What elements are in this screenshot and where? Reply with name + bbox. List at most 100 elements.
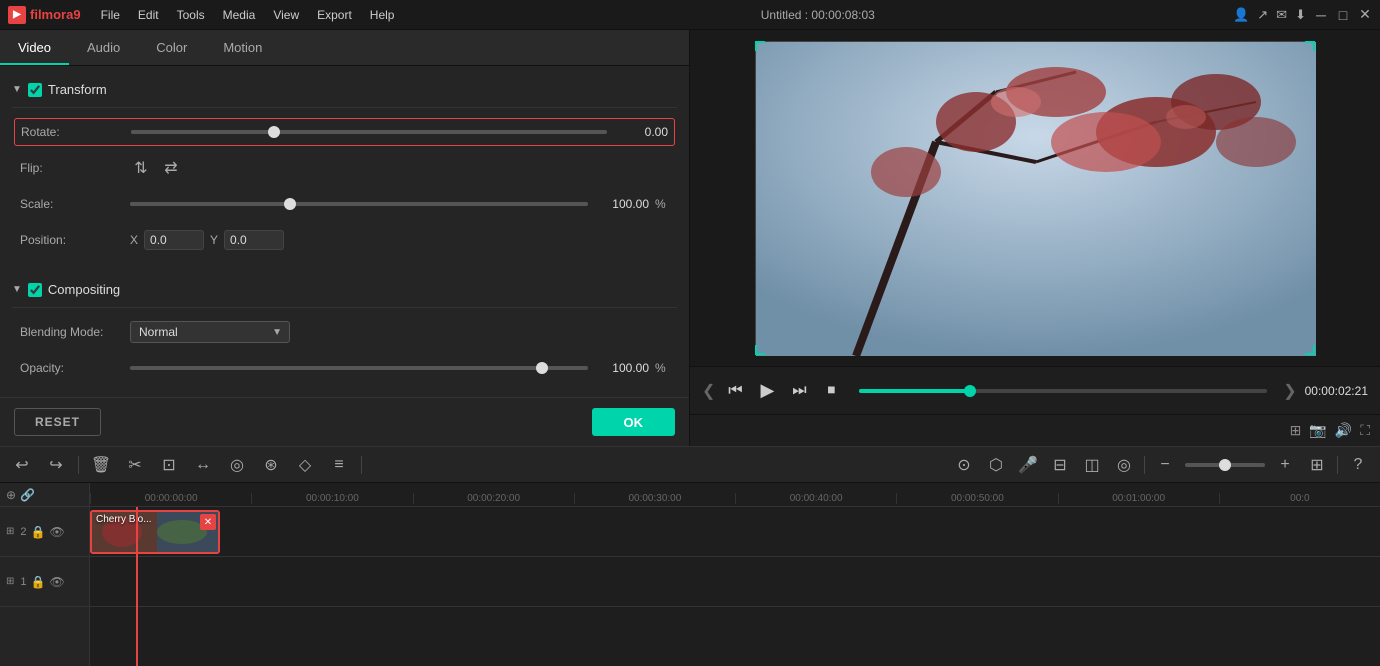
track-2-eye-icon[interactable]: 👁 — [49, 525, 64, 539]
audio-icon[interactable]: 🔊 — [1335, 422, 1352, 439]
crop-button[interactable]: ⊡ — [157, 453, 181, 477]
snapshot-icon[interactable]: 📷 — [1309, 422, 1326, 439]
transform-header[interactable]: ▼ Transform — [0, 76, 689, 103]
x-label: X — [130, 233, 138, 247]
blending-mode-content: Normal Dissolve Darken Multiply Lighten … — [130, 321, 669, 343]
timeline-ruler-area: 00:00:00:00 00:00:10:00 00:00:20:00 00:0… — [90, 483, 1380, 666]
ruler-0: 00:00:00:00 — [90, 493, 251, 504]
split-button[interactable]: ≡ — [327, 453, 351, 477]
menubar: File Edit Tools Media View Export Help — [93, 6, 403, 24]
compositing-toggle-icon[interactable]: ▼ — [12, 284, 22, 295]
stop-icon[interactable]: ⏹ — [819, 379, 843, 403]
speed-button[interactable]: ◎ — [225, 453, 249, 477]
flip-horizontal-icon[interactable]: ⇅ — [130, 157, 152, 179]
clip-delete-button[interactable]: ✕ — [200, 514, 216, 530]
compositing-divider — [12, 307, 677, 308]
tab-video[interactable]: Video — [0, 32, 69, 65]
position-y-input[interactable] — [224, 230, 284, 250]
ruler-20: 00:00:20:00 — [413, 493, 574, 504]
scale-content: 100.00 % — [130, 197, 669, 211]
flip-row: Flip: ⇅ ⇄ — [20, 154, 669, 182]
fullscreen-icon[interactable]: ⛶ — [1360, 422, 1370, 439]
redo-button[interactable]: ↪ — [44, 453, 68, 477]
bracket-left-icon[interactable]: ❮ — [702, 381, 715, 401]
transform-checkbox[interactable] — [28, 83, 42, 97]
user-icon[interactable]: 👤 — [1233, 7, 1249, 23]
cut-button[interactable]: ✂ — [123, 453, 147, 477]
minimize-button[interactable]: ─ — [1314, 8, 1328, 22]
opacity-label: Opacity: — [20, 361, 130, 375]
tab-audio[interactable]: Audio — [69, 32, 138, 65]
preview-area — [690, 30, 1380, 366]
pip-icon[interactable]: ⊞ — [1290, 422, 1302, 439]
panel-tabs: Video Audio Color Motion — [0, 30, 689, 66]
subtitle-icon[interactable]: ⊟ — [1048, 453, 1072, 477]
zoom-in-icon[interactable]: + — [1273, 453, 1297, 477]
opacity-unit: % — [655, 361, 669, 375]
add-track-icon[interactable]: ⊕ — [6, 488, 16, 502]
more-icon[interactable]: ? — [1346, 453, 1370, 477]
track-2-num: 2 — [20, 526, 26, 538]
ruler-end: 00:0 — [1219, 493, 1380, 504]
undo-button[interactable]: ↩ — [10, 453, 34, 477]
rotate-value: 0.00 — [613, 125, 668, 139]
ok-button[interactable]: OK — [592, 408, 676, 436]
scale-slider-track — [130, 202, 588, 206]
flip-vertical-icon[interactable]: ⇄ — [160, 157, 182, 179]
tab-color[interactable]: Color — [138, 32, 205, 65]
track-2-header: ⊞ 2 🔒 👁 — [0, 507, 89, 557]
audio-detach-button[interactable]: ↔ — [191, 453, 215, 477]
toolbar-separator-4 — [1337, 456, 1338, 474]
link-icon[interactable]: 🔗 — [20, 488, 35, 502]
maximize-button[interactable]: □ — [1336, 8, 1350, 22]
download-icon[interactable]: ⬇ — [1295, 7, 1306, 23]
progress-thumb — [964, 385, 976, 397]
effect-icon[interactable]: ◫ — [1080, 453, 1104, 477]
compositing-header[interactable]: ▼ Compositing — [0, 276, 689, 303]
menu-view[interactable]: View — [265, 6, 307, 24]
timeline-area: ↩ ↪ 🗑 ✂ ⊡ ↔ ◎ ⊛ ◇ ≡ ⊙ ⬡ 🎤 ⊟ ◫ ◎ − + ⊞ ? — [0, 446, 1380, 666]
ruler-marks: 00:00:00:00 00:00:10:00 00:00:20:00 00:0… — [90, 493, 1380, 504]
reset-button[interactable]: RESET — [14, 408, 101, 436]
close-button[interactable]: ✕ — [1358, 8, 1372, 22]
fast-forward-icon[interactable]: ⏭ — [787, 379, 811, 403]
scene-detect-icon[interactable]: ⊙ — [952, 453, 976, 477]
share-icon[interactable]: ↗ — [1257, 7, 1268, 23]
play-icon[interactable]: ▶ — [755, 379, 779, 403]
mail-icon[interactable]: ✉ — [1276, 7, 1287, 23]
clip-selected[interactable]: Cherry Blo... ✕ — [90, 510, 220, 554]
scale-label: Scale: — [20, 197, 130, 211]
menu-tools[interactable]: Tools — [169, 6, 213, 24]
corner-br — [1305, 345, 1315, 355]
playback-controls: ❮ ⏮ ▶ ⏭ ⏹ ❯ 00:00:02:21 — [690, 366, 1380, 414]
voice-icon[interactable]: 🎤 — [1016, 453, 1040, 477]
track-1-eye-icon[interactable]: 👁 — [49, 575, 64, 589]
menu-help[interactable]: Help — [362, 6, 403, 24]
clip-label: Cherry Blo... — [96, 514, 152, 525]
delete-button[interactable]: 🗑 — [89, 453, 113, 477]
color-button[interactable]: ⊛ — [259, 453, 283, 477]
progress-bar[interactable] — [859, 389, 1267, 393]
menu-file[interactable]: File — [93, 6, 128, 24]
tab-motion[interactable]: Motion — [205, 32, 280, 65]
zoom-out-icon[interactable]: − — [1153, 453, 1177, 477]
track-2-lock-icon[interactable]: 🔒 — [31, 525, 46, 539]
blending-mode-select[interactable]: Normal Dissolve Darken Multiply Lighten … — [130, 321, 290, 343]
position-y-group: Y — [210, 230, 284, 250]
menu-edit[interactable]: Edit — [130, 6, 167, 24]
transition-icon[interactable]: ◎ — [1112, 453, 1136, 477]
rewind-icon[interactable]: ⏮ — [723, 379, 747, 403]
compositing-checkbox[interactable] — [28, 283, 42, 297]
keyframe-button[interactable]: ◇ — [293, 453, 317, 477]
motion-track-icon[interactable]: ⬡ — [984, 453, 1008, 477]
timeline-zoom-slider[interactable] — [1185, 463, 1265, 467]
track-1-lock-icon[interactable]: 🔒 — [31, 575, 46, 589]
corner-tl — [755, 41, 765, 51]
menu-media[interactable]: Media — [215, 6, 264, 24]
menu-export[interactable]: Export — [309, 6, 360, 24]
bracket-right-icon[interactable]: ❯ — [1283, 381, 1296, 401]
position-x-input[interactable] — [144, 230, 204, 250]
fit-icon[interactable]: ⊞ — [1305, 453, 1329, 477]
transform-toggle-icon[interactable]: ▼ — [12, 84, 22, 95]
opacity-value: 100.00 — [594, 361, 649, 375]
